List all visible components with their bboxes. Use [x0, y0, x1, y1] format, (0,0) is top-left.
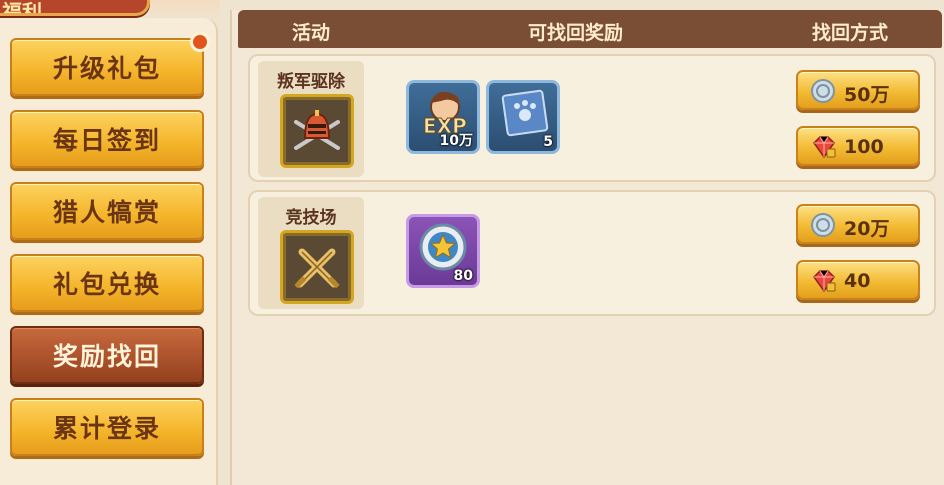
reward-exp-item[interactable]: EXP 10万 — [406, 80, 480, 154]
activity-name: 竞技场 — [285, 208, 337, 228]
silver-coin-icon — [811, 79, 835, 103]
sidebar-item-label: 奖励找回 — [52, 342, 161, 371]
sidebar-item-label: 累计登录 — [52, 414, 161, 443]
reward-qty: 80 — [453, 268, 473, 284]
table-header: 活动 可找回奖励 找回方式 — [238, 10, 942, 48]
header-rewards: 可找回奖励 — [528, 22, 624, 44]
sidebar-item-label: 每日签到 — [52, 126, 161, 155]
star-medal-icon — [419, 223, 467, 271]
cost-amount: 40 — [844, 270, 871, 292]
recover-gem-button[interactable]: 40 — [796, 260, 920, 300]
paw-map-scroll-icon — [501, 89, 549, 137]
knight-helmet-icon — [280, 94, 354, 168]
recover-silver-button[interactable]: 20万 — [796, 204, 920, 244]
reward-recovery-panel: 活动 可找回奖励 找回方式 叛军驱除 EXP 10万 5 50万 100 竞技场… — [230, 10, 944, 485]
sidebar-item-label: 礼包兑换 — [52, 270, 161, 299]
notification-dot-icon — [190, 32, 210, 52]
cost-amount: 20万 — [844, 218, 890, 240]
reward-map-scroll-item[interactable]: 5 — [486, 80, 560, 154]
activity-cell: 叛军驱除 — [258, 61, 364, 177]
corner-title-text: 福利 — [2, 0, 42, 16]
gem-icon — [813, 270, 836, 293]
cost-amount: 50万 — [844, 84, 890, 106]
header-activity: 活动 — [292, 22, 331, 44]
cost-amount: 100 — [844, 136, 884, 158]
sidebar-item-upgrade-pack[interactable]: 升级礼包 — [10, 32, 210, 96]
reward-star-medal-item[interactable]: 80 — [406, 214, 480, 288]
sidebar-item-hunter-reward[interactable]: 猎人犒赏 — [10, 182, 204, 240]
crossed-swords-icon — [280, 230, 354, 304]
gem-icon — [813, 136, 836, 159]
corner-title-banner: 福利 — [0, 0, 150, 16]
silver-coin-icon — [811, 213, 835, 237]
sidebar-item-cumulative-login[interactable]: 累计登录 — [10, 398, 204, 456]
sidebar-item-gift-redeem[interactable]: 礼包兑换 — [10, 254, 204, 312]
reward-qty: 10万 — [439, 133, 473, 149]
activity-name: 叛军驱除 — [277, 72, 345, 92]
reward-qty: 5 — [543, 134, 553, 150]
recover-silver-button[interactable]: 50万 — [796, 70, 920, 110]
sidebar-item-label: 升级礼包 — [52, 54, 161, 83]
sidebar-item-reward-recovery[interactable]: 奖励找回 — [10, 326, 204, 384]
banner-shadow — [150, 0, 220, 20]
header-method: 找回方式 — [812, 22, 889, 44]
table-row: 叛军驱除 EXP 10万 5 50万 100 — [248, 54, 936, 182]
recover-gem-button[interactable]: 100 — [796, 126, 920, 166]
activity-cell: 竞技场 — [258, 197, 364, 309]
table-row: 竞技场 80 20万 40 — [248, 190, 936, 316]
sidebar-item-label: 猎人犒赏 — [52, 198, 161, 227]
sidebar-item-daily-checkin[interactable]: 每日签到 — [10, 110, 204, 168]
sidebar: 升级礼包 每日签到 猎人犒赏 礼包兑换 奖励找回 累计登录 — [0, 18, 218, 485]
